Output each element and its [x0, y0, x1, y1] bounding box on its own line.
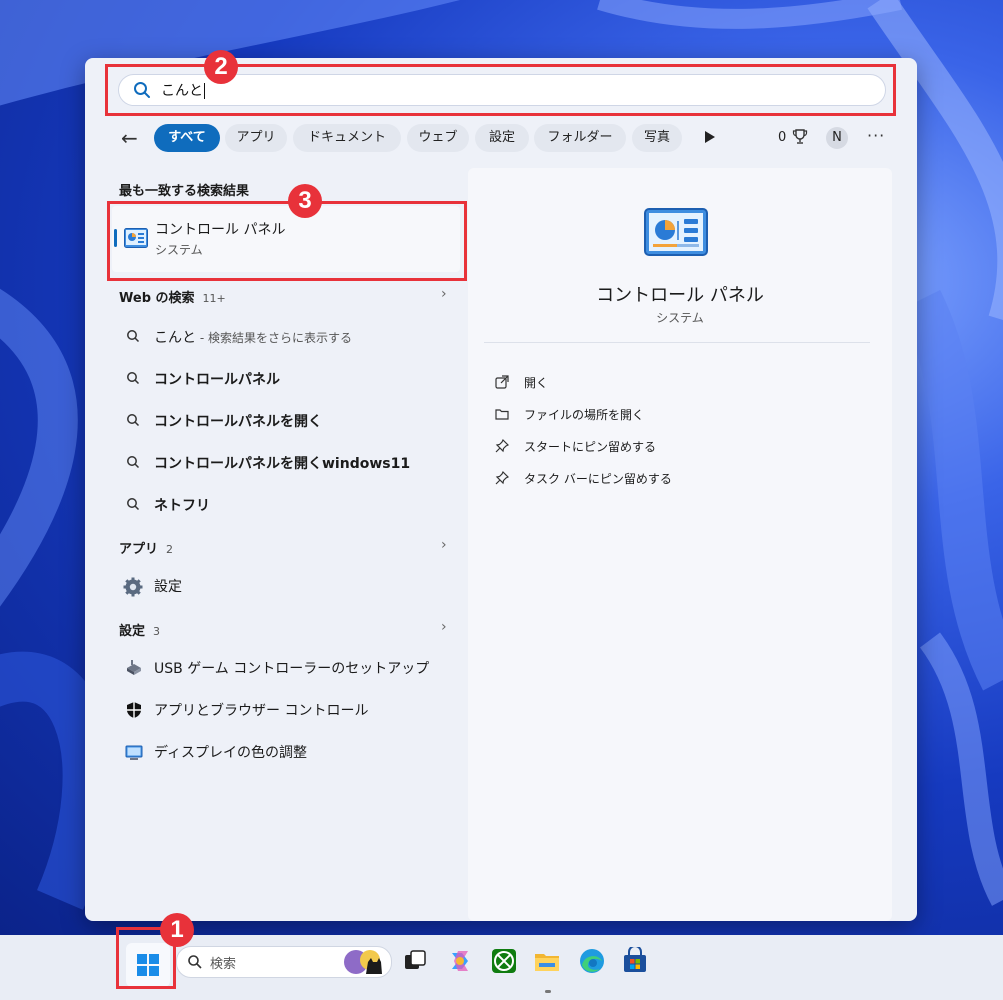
filter-chip-settings[interactable]: 設定: [475, 124, 529, 152]
taskbar-search-placeholder: 検索: [210, 957, 237, 972]
settings-result-label: アプリとブラウザー コントロール: [154, 703, 369, 719]
folder-icon: [495, 409, 509, 420]
edge-browser-icon[interactable]: [578, 947, 606, 975]
annotation-badge-3: 3: [288, 184, 322, 218]
search-icon: [188, 955, 202, 969]
action-label: ファイルの場所を開く: [524, 408, 645, 422]
monitor-icon: [125, 745, 143, 760]
game-controller-icon: [127, 660, 141, 675]
web-result-hint: - 検索結果をさらに表示する: [196, 331, 352, 345]
web-result-query: コントロールパネルを開くwindows11: [154, 456, 411, 472]
more-options-icon[interactable]: ···: [867, 126, 885, 145]
settings-result-label: ディスプレイの色の調整: [154, 745, 308, 761]
app-result-label: 設定: [154, 579, 182, 595]
shield-icon: [127, 702, 141, 718]
task-view-icon[interactable]: [401, 947, 429, 975]
rewards-points[interactable]: 0: [778, 130, 786, 145]
settings-heading-label: 設定: [119, 624, 146, 639]
apps-count: 2: [166, 543, 174, 556]
annotation-box-best-match: [107, 201, 467, 281]
control-panel-icon: [644, 208, 708, 256]
filter-chip-folders[interactable]: フォルダー: [534, 124, 626, 152]
microsoft-store-icon[interactable]: [621, 947, 649, 975]
filter-chip-photos[interactable]: 写真: [632, 124, 682, 152]
settings-count: 3: [153, 625, 161, 638]
user-avatar[interactable]: N: [826, 127, 848, 149]
filter-bar: ← すべて アプリ ドキュメント ウェブ 設定 フォルダー 写真 0 N ···: [85, 124, 917, 154]
web-result-query: コントロールパネルを開く: [154, 414, 322, 430]
xbox-icon[interactable]: [490, 947, 518, 975]
file-explorer-icon[interactable]: [533, 947, 561, 975]
filter-chip-all[interactable]: すべて: [154, 124, 220, 152]
active-app-indicator: [545, 990, 551, 993]
web-search-count: 11+: [202, 292, 226, 305]
settings-result-label: USB ゲーム コントローラーのセットアップ: [154, 661, 430, 677]
apps-heading-label: アプリ: [119, 542, 159, 557]
search-icon: [127, 498, 140, 511]
copilot-icon[interactable]: [446, 947, 474, 975]
web-result-query: ネトフリ: [154, 498, 210, 514]
search-icon: [127, 456, 140, 469]
more-filters-play-icon[interactable]: [705, 131, 715, 143]
search-panel: こんと ← すべて アプリ ドキュメント ウェブ 設定 フォルダー 写真 0 N…: [85, 58, 917, 921]
search-icon: [127, 330, 140, 343]
preview-pane: コントロール パネル システム 開く ファイルの場所を開く スタートにピン留めす…: [468, 168, 892, 921]
gear-icon: [123, 577, 143, 597]
open-external-icon: [495, 375, 509, 389]
chevron-right-icon[interactable]: ›: [441, 286, 447, 302]
annotation-badge-1: 1: [160, 913, 194, 947]
filter-chip-apps[interactable]: アプリ: [225, 124, 287, 152]
web-search-heading-label: Web の検索: [119, 291, 195, 306]
preview-title: コントロール パネル: [596, 285, 764, 306]
preview-divider: [484, 342, 870, 343]
annotation-badge-2: 2: [204, 50, 238, 84]
action-label: タスク バーにピン留めする: [524, 472, 672, 486]
action-label: スタートにピン留めする: [524, 440, 657, 454]
web-search-heading[interactable]: Web の検索 11+: [119, 287, 226, 306]
taskbar-search-box[interactable]: 検索: [176, 946, 392, 978]
apps-heading[interactable]: アプリ 2: [119, 538, 173, 557]
search-highlight-cat-icon: [344, 950, 382, 974]
search-icon: [127, 414, 140, 427]
best-match-heading: 最も一致する検索結果: [119, 184, 250, 199]
filter-chip-documents[interactable]: ドキュメント: [293, 124, 401, 152]
back-arrow-icon[interactable]: ←: [121, 128, 143, 150]
preview-subtitle: システム: [656, 311, 704, 325]
pin-icon: [495, 471, 509, 485]
web-result-query: こんと: [154, 330, 196, 346]
web-result-query: コントロールパネル: [154, 372, 280, 388]
chevron-right-icon[interactable]: ›: [441, 537, 447, 553]
pin-icon: [495, 439, 509, 453]
chevron-right-icon[interactable]: ›: [441, 619, 447, 635]
settings-heading[interactable]: 設定 3: [119, 620, 160, 639]
action-label: 開く: [524, 376, 549, 390]
search-icon: [127, 372, 140, 385]
filter-chip-web[interactable]: ウェブ: [407, 124, 469, 152]
trophy-icon[interactable]: [792, 128, 808, 146]
